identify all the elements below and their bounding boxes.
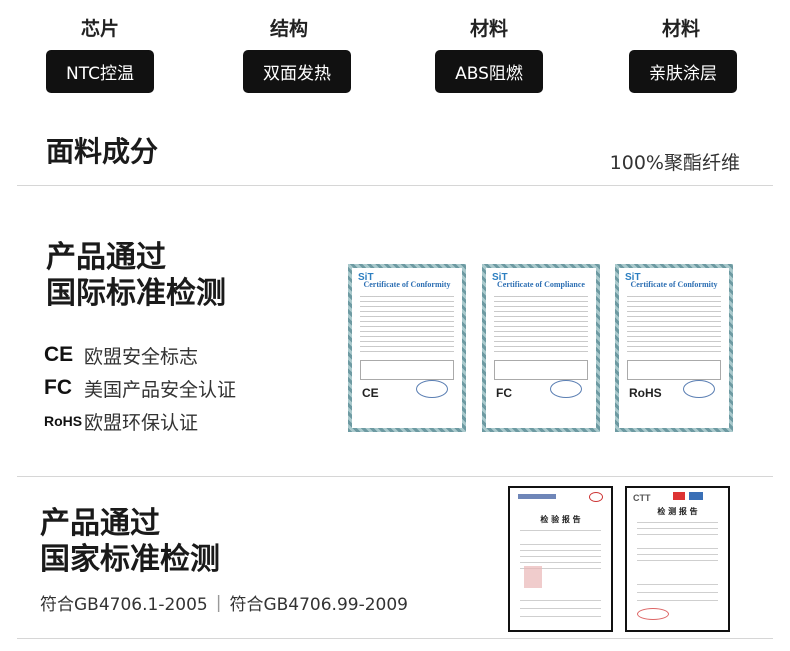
feature-pill-structure: 双面发热	[243, 50, 351, 93]
test-report-image-1: 检 验 报 告	[508, 486, 613, 632]
cert-item-fcc: FC 美国产品安全认证	[44, 373, 236, 403]
fcc-mark-icon: FC	[496, 386, 512, 400]
separator: |	[215, 592, 222, 613]
cert-label-rohs: 欧盟环保认证	[84, 411, 199, 434]
fabric-value: 100%聚酯纤维	[609, 152, 740, 174]
certificate-title: Certificate of Conformity	[363, 280, 451, 289]
fcc-icon: FC	[44, 376, 72, 399]
feature-pill-chip: NTC控温	[46, 50, 154, 93]
stamp-icon	[416, 380, 448, 398]
certificate-image-rohs: SiT Certificate of Conformity RoHS	[615, 264, 733, 432]
certificate-image-fcc: SiT Certificate of Compliance FC	[482, 264, 600, 432]
cert-label-ce: 欧盟安全标志	[84, 345, 199, 368]
feature-heading-material: 材料	[469, 18, 508, 40]
report-title: 检 测 报 告	[657, 507, 698, 516]
certificate-text-lines	[360, 296, 454, 352]
fabric-label: 面料成分	[46, 135, 159, 168]
standards-line: 符合GB4706.1-2005 | 符合GB4706.99-2009	[40, 590, 408, 616]
intl-title-line2: 国际标准检测	[46, 276, 226, 311]
certificate-text-lines	[627, 296, 721, 352]
feature-pill-material: ABS阻燃	[435, 50, 543, 93]
test-report-image-2: CTT 检 测 报 告	[625, 486, 730, 632]
feature-heading-coating: 材料	[661, 18, 700, 40]
report-header-logo-icon	[518, 494, 556, 499]
rohs-mark-icon: RoHS	[629, 386, 662, 400]
red-stamp-icon	[524, 566, 542, 588]
divider	[17, 638, 773, 639]
ctt-logo-icon: CTT	[633, 493, 651, 503]
standard-gb4706-99: 符合GB4706.99-2009	[229, 595, 408, 615]
certificate-table	[360, 360, 454, 380]
cert-label-fcc: 美国产品安全认证	[84, 378, 237, 401]
ce-mark-icon: CE	[362, 386, 379, 400]
intl-cert-list: CE 欧盟安全标志 FC 美国产品安全认证 RoHS 欧盟环保认证	[44, 340, 236, 436]
red-stamp-icon	[637, 608, 669, 620]
national-title-line2: 国家标准检测	[40, 542, 220, 577]
cert-item-rohs: RoHS 欧盟环保认证	[44, 406, 236, 436]
cert-item-ce: CE 欧盟安全标志	[44, 340, 236, 370]
feature-pill-coating: 亲肤涂层	[629, 50, 737, 93]
certificate-text-lines	[494, 296, 588, 352]
report-title: 检 验 报 告	[540, 515, 581, 524]
certificate-table	[494, 360, 588, 380]
stamp-icon	[683, 380, 715, 398]
certificate-image-ce: SiT Certificate of Conformity CE	[348, 264, 466, 432]
feature-heading-structure: 结构	[269, 18, 308, 40]
certificate-title: Certificate of Compliance	[497, 280, 585, 289]
intl-title-line1: 产品通过	[46, 240, 166, 275]
cnas-logo-icon	[689, 492, 703, 500]
stamp-icon	[550, 380, 582, 398]
divider	[17, 476, 773, 477]
cma-logo-icon	[673, 492, 685, 500]
ce-icon: CE	[44, 343, 74, 366]
national-title-line1: 产品通过	[40, 506, 160, 541]
divider	[17, 185, 773, 186]
certificate-title: Certificate of Conformity	[630, 280, 718, 289]
standard-gb4706-1: 符合GB4706.1-2005	[40, 595, 208, 615]
certificate-table	[627, 360, 721, 380]
rohs-icon: RoHS	[44, 413, 83, 429]
report-seal-icon	[589, 492, 603, 502]
feature-heading-chip: 芯片	[80, 18, 119, 40]
